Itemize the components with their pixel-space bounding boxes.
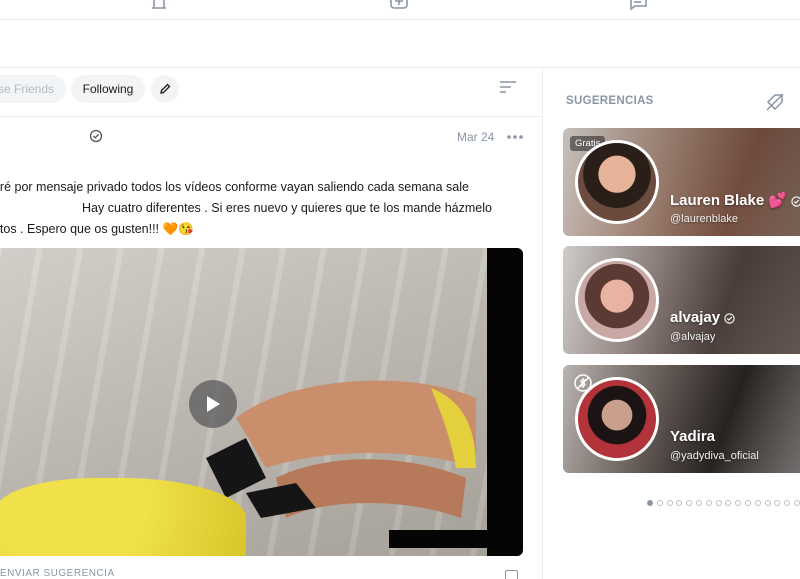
suggestion-card[interactable]: Yadira @yadydiva_oficial [563,365,800,473]
pager-dot[interactable] [656,500,663,506]
pencil-icon [160,83,171,94]
post-date: Mar 24 [457,130,495,144]
avatar [575,140,659,224]
hide-suggestions-icon[interactable] [765,92,785,112]
pager-dot[interactable] [735,500,742,506]
filter-following[interactable]: Following [71,75,145,103]
creator-name-text: alvajay [670,309,721,326]
divider [0,116,542,117]
video-scene [206,380,476,518]
pager-dot[interactable] [793,500,800,506]
creator-name: alvajay [670,309,735,326]
avatar [575,377,659,461]
pager-dot[interactable] [686,500,693,506]
filter-close-friends[interactable]: se Friends [0,75,67,103]
post-text-line: Hay cuatro diferentes . Si eres nuevo y … [82,201,492,215]
video-letterbox [487,248,523,556]
video-overlay-bar [389,530,489,548]
top-navigation [0,0,800,20]
pager-dot[interactable] [647,500,653,506]
suggestion-card[interactable]: Gratis Lauren Blake 💕 @laurenblake [563,128,800,236]
post-text-line: entos . Espero que os gusten!!! 🧡😘 [0,222,194,236]
pager-dot[interactable] [715,500,722,506]
pager-dot[interactable] [764,500,771,506]
messages-icon[interactable] [627,0,649,14]
suggestions-sidebar: SUGERENCIAS Gratis Lauren Blake 💕 @laure… [543,68,800,579]
creator-handle: @laurenblake [670,213,739,225]
post-text: daré por mensaje privado todos los vídeo… [0,177,526,240]
post-video[interactable] [0,248,523,556]
edit-lists-button[interactable] [151,75,179,103]
sort-icon[interactable] [498,79,518,95]
suggestions-title: SUGERENCIAS [566,95,654,107]
verified-icon [791,195,800,207]
header-area [0,20,800,68]
more-icon[interactable] [506,134,524,140]
pager-dot[interactable] [705,500,712,506]
post-text-line: daré por mensaje privado todos los vídeo… [0,180,469,194]
carousel-pager [647,493,800,506]
play-icon [207,396,220,412]
suggestion-card[interactable]: alvajay @alvajay [563,246,800,354]
pager-dot[interactable] [695,500,702,506]
pager-dot[interactable] [774,500,781,506]
avatar [575,258,659,342]
pager-dot[interactable] [754,500,761,506]
play-button[interactable] [189,380,237,428]
pager-dot[interactable] [676,500,683,506]
pager-dot[interactable] [725,500,732,506]
creator-handle: @alvajay [670,331,716,343]
feed-column: se Friends Following Mar 24 daré por men… [0,68,543,579]
footer-checkbox[interactable] [505,570,518,579]
pager-dot[interactable] [666,500,673,506]
video-scene-detail [0,478,246,556]
creator-name: Yadira [670,428,716,445]
creator-name: Lauren Blake 💕 [670,191,800,209]
add-post-icon[interactable] [388,0,410,14]
pager-dot[interactable] [784,500,791,506]
send-suggestion-link[interactable]: ENVIAR SUGERENCIA [0,568,115,579]
pager-dot[interactable] [744,500,751,506]
bell-icon[interactable] [148,0,170,14]
creator-name-text: Lauren Blake 💕 [670,192,788,209]
verified-icon [724,312,735,324]
verified-icon [89,129,103,143]
creator-handle: @yadydiva_oficial [670,450,759,462]
